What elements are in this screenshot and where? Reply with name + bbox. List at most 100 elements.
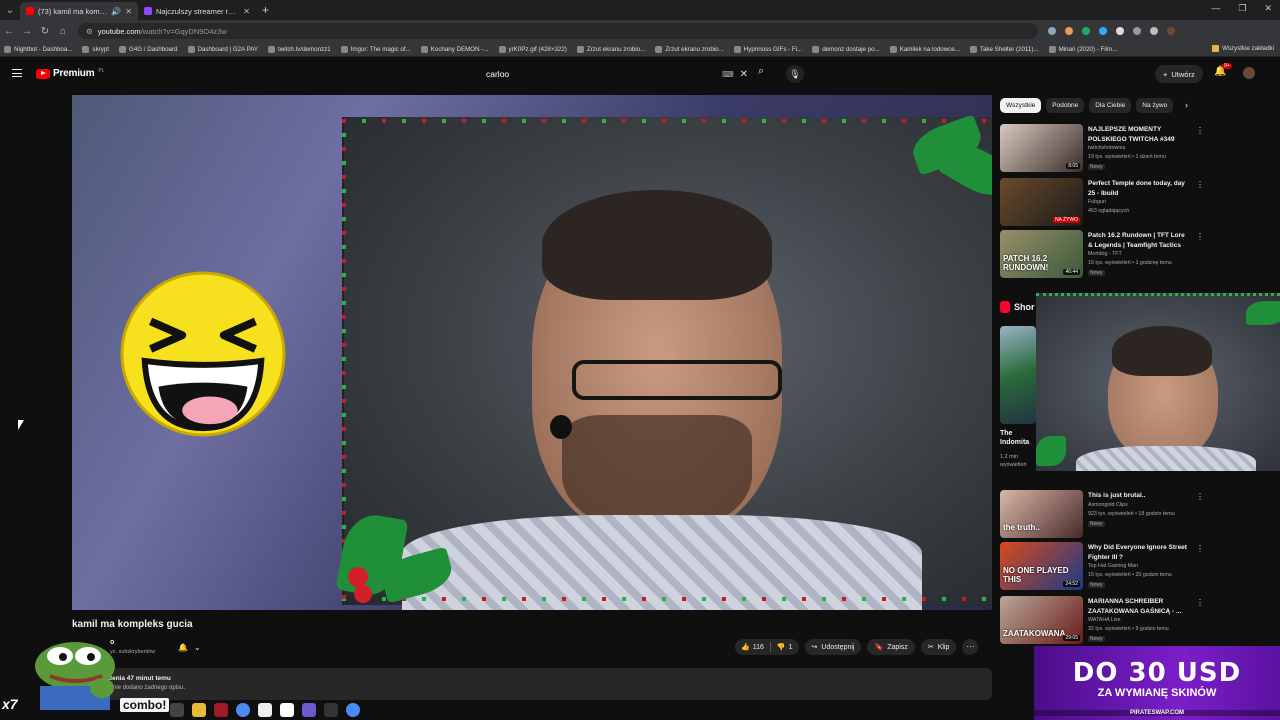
recommendation-item[interactable]: NA ŻYWO Perfect Temple done today, day 25… (1000, 178, 1275, 228)
more-options-icon[interactable]: ⋮ (1196, 180, 1204, 189)
bookmark-item[interactable]: Dashboard | G2A PAY (187, 45, 258, 53)
search-icon[interactable]: ⌕ (752, 65, 770, 83)
all-bookmarks-button[interactable]: Wszystkie zakładki (1212, 45, 1274, 52)
recommendation-item[interactable]: 8:05 NAJLEPSZE MOMENTY POLSKIEGO TWITCHA … (1000, 124, 1275, 174)
minimize-icon[interactable]: — (1211, 3, 1220, 14)
more-actions-icon[interactable]: ⋯ (962, 639, 979, 655)
extension-icon[interactable] (1048, 27, 1056, 35)
recommendation-title[interactable]: Perfect Temple done today, day 25 - Ibui… (1088, 179, 1188, 198)
extension-icon[interactable] (1133, 27, 1141, 35)
taskbar-app-icon[interactable] (280, 703, 294, 717)
tab-search-icon[interactable]: ⌄ (0, 0, 20, 20)
clear-search-icon[interactable]: ✕ (740, 69, 748, 80)
discord-icon[interactable] (302, 703, 316, 717)
short-thumbnail[interactable] (1000, 326, 1036, 424)
menu-icon[interactable] (12, 69, 22, 77)
filter-chip[interactable]: Wszystkie (1000, 98, 1042, 113)
video-thumbnail[interactable]: ZAATAKOWANA 29:05 (1000, 596, 1083, 644)
filter-chip[interactable]: Na żywo (1136, 98, 1174, 113)
new-tab-icon[interactable]: + (262, 3, 269, 17)
filter-chip[interactable]: Podobne (1046, 98, 1085, 113)
youtube-logo[interactable]: Premium PL (36, 68, 105, 79)
recommendation-channel[interactable]: WATAHA Live (1088, 617, 1121, 623)
recommendation-item[interactable]: ZAATAKOWANA 29:05 MARIANNA SCHREIBER ZAATA… (1000, 596, 1275, 646)
site-info-icon[interactable]: ⚙ (86, 27, 93, 36)
create-button[interactable]: + Utwórz (1155, 65, 1203, 83)
subscription-bell-button[interactable]: 🔔 ⌄ (178, 640, 201, 654)
home-icon[interactable]: ⌂ (54, 26, 72, 37)
taskbar-app-icon[interactable] (170, 703, 184, 717)
recommendation-item[interactable]: NO ONE PLAYED THIS 24:52 Why Did Everyone … (1000, 542, 1275, 592)
short-title[interactable]: The Indomita (1000, 429, 1040, 447)
recommendation-item[interactable]: the truth.. This is just brutal.. Asmongol… (1000, 490, 1275, 540)
recommendation-channel[interactable]: Top Hat Gaming Man (1088, 563, 1138, 569)
forward-icon[interactable]: → (18, 26, 36, 37)
more-options-icon[interactable]: ⋮ (1196, 126, 1204, 135)
video-thumbnail[interactable]: PATCH 16.2 RUNDOWN! 46:44 (1000, 230, 1083, 278)
recommendation-title[interactable]: Why Did Everyone Ignore Street Fighter I… (1088, 543, 1188, 562)
tab-youtube[interactable]: (73) kamil ma kompleks gu 🔊 ✕ (20, 2, 138, 20)
obs-icon[interactable] (324, 703, 338, 717)
recommendation-item[interactable]: PATCH 16.2 RUNDOWN! 46:44 Patch 16.2 Rundo… (1000, 230, 1275, 280)
speaker-icon[interactable]: 🔊 (111, 7, 121, 16)
video-thumbnail[interactable]: 8:05 (1000, 124, 1083, 172)
extension-icon[interactable] (1065, 27, 1073, 35)
recommendation-title[interactable]: This is just brutal.. (1088, 491, 1188, 501)
bookmark-item[interactable]: twitch.tv/demonzz1 (268, 45, 331, 53)
video-thumbnail[interactable]: NA ŻYWO (1000, 178, 1083, 226)
chrome-icon[interactable] (346, 703, 360, 717)
dislike-button[interactable]: 👎 1 (771, 639, 799, 655)
keyboard-icon[interactable]: ⌨ (722, 70, 734, 79)
bookmark-item[interactable]: yrK0Pz.gif (428×322) (498, 45, 567, 53)
recommendation-channel[interactable]: Fubgun (1088, 199, 1106, 205)
recommendation-title[interactable]: MARIANNA SCHREIBER ZAATAKOWANA GAŚNICĄ -… (1088, 597, 1188, 616)
more-options-icon[interactable]: ⋮ (1196, 544, 1204, 553)
bookmark-item[interactable]: G4G / Dashboard (119, 45, 178, 53)
taskbar-app-icon[interactable] (214, 703, 228, 717)
close-window-icon[interactable]: ✕ (1264, 3, 1272, 14)
close-tab-icon[interactable]: ✕ (125, 7, 132, 16)
extension-icon[interactable] (1116, 27, 1124, 35)
avatar[interactable] (1243, 67, 1255, 79)
bookmark-item[interactable]: Zrzut ekranu zrobio... (655, 45, 724, 53)
taskbar-app-icon[interactable] (258, 703, 272, 717)
bookmark-item[interactable]: skrypt (82, 45, 109, 53)
share-button[interactable]: ↪ Udostępnij (804, 639, 862, 655)
more-options-icon[interactable]: ⋮ (1196, 598, 1204, 607)
close-tab-icon[interactable]: ✕ (243, 7, 250, 16)
filter-chip[interactable]: Dla Ciebie (1089, 98, 1132, 113)
bookmark-item[interactable]: Take Shelter (2011)... (969, 45, 1039, 53)
chevron-right-icon[interactable]: › (1185, 100, 1188, 110)
clip-button[interactable]: ✂ Klip (920, 639, 957, 655)
chrome-icon[interactable] (236, 703, 250, 717)
recommendation-channel[interactable]: Mortdog - TFT (1088, 251, 1122, 257)
extension-icon[interactable] (1150, 27, 1158, 35)
back-icon[interactable]: ← (0, 26, 18, 37)
description-box[interactable] (72, 668, 992, 700)
search-input[interactable] (478, 65, 723, 83)
recommendation-channel[interactable]: twitchshotownia (1088, 145, 1125, 151)
recommendation-channel[interactable]: Asmongold Clips (1088, 502, 1128, 508)
recommendation-title[interactable]: NAJLEPSZE MOMENTY POLSKIEGO TWITCHA #349 (1088, 125, 1188, 144)
bookmark-item[interactable]: Hypnnoss GIFs - Fi... (733, 45, 802, 53)
more-options-icon[interactable]: ⋮ (1196, 492, 1204, 501)
bookmark-item[interactable]: Nightbot - Dashboa... (4, 45, 72, 53)
more-options-icon[interactable]: ⋮ (1196, 232, 1204, 241)
profile-icon[interactable] (1167, 27, 1175, 35)
bookmark-item[interactable]: Minari (2020) - Film... (1048, 45, 1117, 53)
recommendation-title[interactable]: Patch 16.2 Rundown | TFT Lore & Legends … (1088, 231, 1188, 250)
bookmark-item[interactable]: Kamilek na lodowce... (889, 45, 960, 53)
microphone-icon[interactable]: 🎙 (786, 65, 804, 83)
extension-icon[interactable] (1082, 27, 1090, 35)
pirateswap-ad[interactable]: DO 30 USD ZA WYMIANĘ SKINÓW PIRATESWAP.C… (1034, 646, 1280, 720)
bookmark-item[interactable]: Imgur: The magic of... (340, 45, 411, 53)
save-button[interactable]: 🔖 Zapisz (867, 639, 915, 655)
extension-icon[interactable] (1099, 27, 1107, 35)
url-field[interactable]: ⚙ youtube.com /watch?v=GqyDN9O4z3w (78, 23, 1038, 39)
maximize-icon[interactable]: ❐ (1238, 3, 1246, 14)
video-player[interactable] (72, 95, 992, 610)
video-thumbnail[interactable]: the truth.. (1000, 490, 1083, 538)
folder-icon[interactable] (192, 703, 206, 717)
video-thumbnail[interactable]: NO ONE PLAYED THIS 24:52 (1000, 542, 1083, 590)
tab-twitch[interactable]: Najczulszy streamer roku ✕ (138, 2, 256, 20)
